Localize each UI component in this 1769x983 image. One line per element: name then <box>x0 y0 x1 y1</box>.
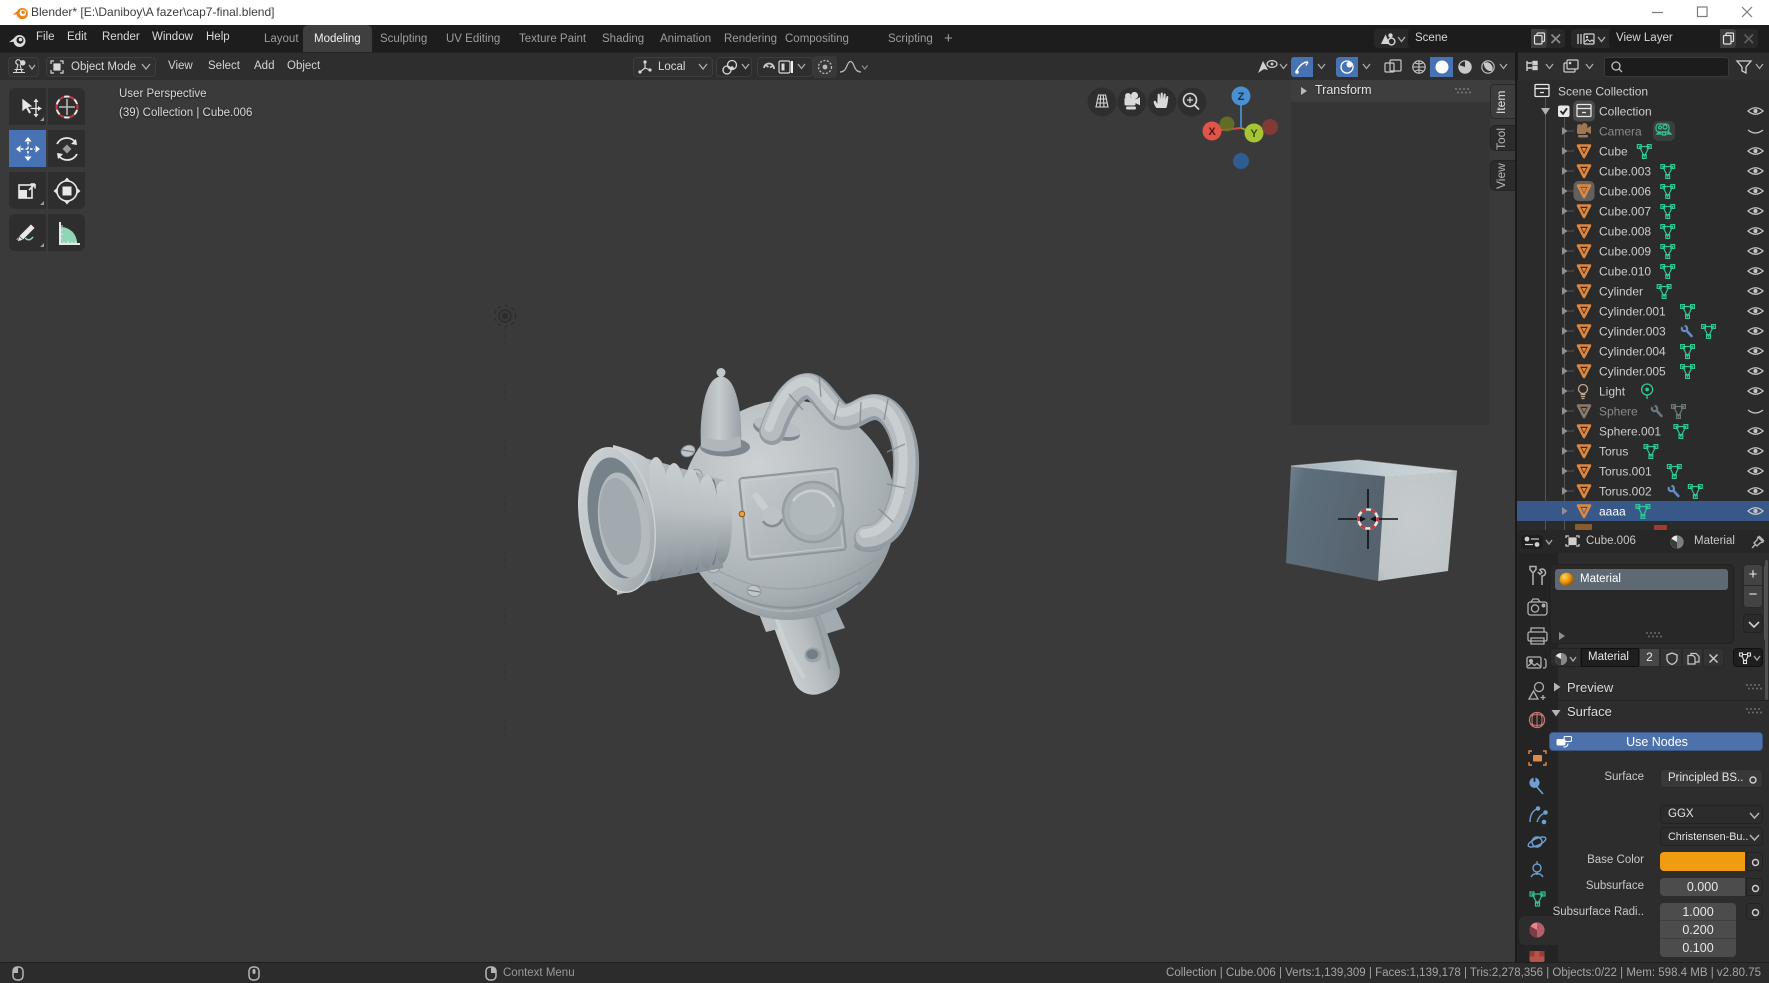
svg-text:Collection: Collection <box>1599 105 1652 119</box>
svg-text:Cube: Cube <box>1599 145 1628 159</box>
svg-text:Sphere: Sphere <box>1599 405 1638 419</box>
svg-text:Cube.009: Cube.009 <box>1599 245 1651 259</box>
svg-text:Cube.007: Cube.007 <box>1599 205 1651 219</box>
svg-text:Cylinder.001: Cylinder.001 <box>1599 305 1666 319</box>
svg-text:aaaa: aaaa <box>1599 505 1626 519</box>
svg-text:Torus.001: Torus.001 <box>1599 465 1652 479</box>
svg-text:Y: Y <box>1250 128 1258 140</box>
svg-text:Light: Light <box>1599 385 1626 399</box>
svg-text:Cylinder.004: Cylinder.004 <box>1599 345 1666 359</box>
svg-text:Camera: Camera <box>1599 125 1642 139</box>
svg-text:Cube.008: Cube.008 <box>1599 225 1651 239</box>
svg-text:Torus.002: Torus.002 <box>1599 485 1652 499</box>
svg-text:Cylinder.003: Cylinder.003 <box>1599 325 1666 339</box>
svg-text:Sphere.001: Sphere.001 <box>1599 425 1661 439</box>
svg-text:Cube.003: Cube.003 <box>1599 165 1651 179</box>
svg-text:Cube.010: Cube.010 <box>1599 265 1651 279</box>
svg-text:Scene Collection: Scene Collection <box>1558 85 1648 99</box>
svg-text:Torus: Torus <box>1599 445 1628 459</box>
svg-text:Cylinder.005: Cylinder.005 <box>1599 365 1666 379</box>
svg-text:Cube.006: Cube.006 <box>1599 185 1651 199</box>
svg-text:X: X <box>1208 126 1216 138</box>
svg-text:Cylinder: Cylinder <box>1599 285 1643 299</box>
svg-text:Z: Z <box>1238 91 1245 103</box>
